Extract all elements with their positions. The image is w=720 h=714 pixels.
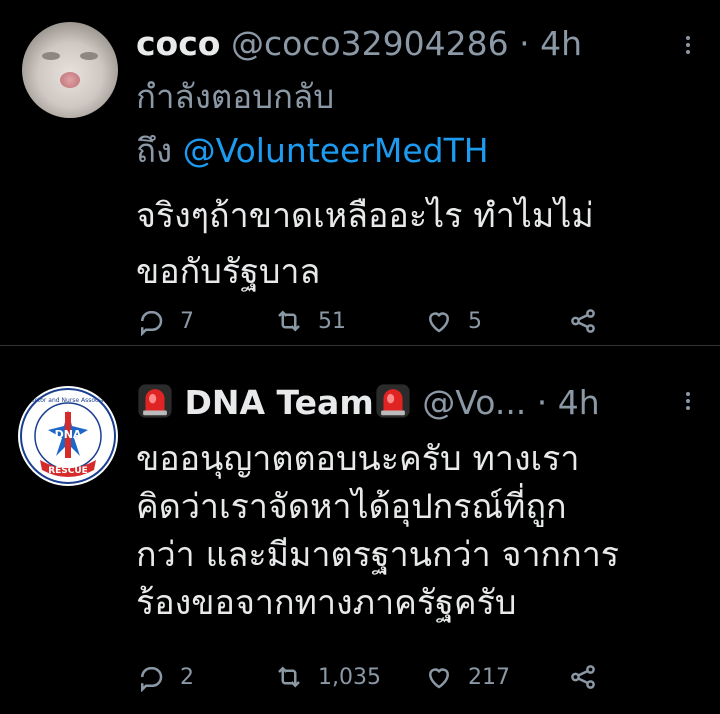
avatar-detail <box>60 72 80 88</box>
action-bar: 7 51 5 <box>136 306 616 336</box>
retweet-button[interactable]: 1,035 <box>274 662 381 692</box>
tweet-text-line: ขออนุญาตตอบนะครับ ทางเรา <box>136 439 580 479</box>
more-icon[interactable] <box>682 34 694 54</box>
police-light-icon <box>138 384 172 418</box>
dna-rescue-logo: DNA Doctor and Nurse Associate RESCUE <box>20 388 116 484</box>
heart-icon <box>428 312 450 333</box>
retweet-count: 1,035 <box>318 664 381 690</box>
tweet-text-line: ร้องขอจากทางภาครัฐครับ <box>136 583 517 623</box>
timestamp[interactable]: 4h <box>558 383 600 422</box>
like-count: 5 <box>468 308 482 334</box>
to-label: ถึง <box>136 131 173 170</box>
reply-to-line: ถึง @VolunteerMedTH <box>136 126 489 176</box>
reply-tweet[interactable]: coco @coco32904286 · 4h กำลังตอบกลับ ถึง… <box>0 0 720 345</box>
share-button[interactable] <box>568 306 612 336</box>
tweet-header: DNA Team @Vo... · 4h <box>136 381 600 425</box>
retweet-icon <box>278 310 300 332</box>
svg-text:RESCUE: RESCUE <box>48 466 88 476</box>
tweet-text-line: จริงๆถ้าขาดเหลืออะไร ทำไมไม่ <box>136 196 594 236</box>
retweet-button[interactable]: 51 <box>274 306 346 336</box>
like-button[interactable]: 5 <box>424 306 482 336</box>
display-name[interactable]: DNA Team <box>185 383 374 422</box>
police-light-icon <box>376 384 410 418</box>
reply-count: 7 <box>180 308 194 334</box>
reply-icon <box>141 667 163 692</box>
svg-text:DNA: DNA <box>55 428 82 441</box>
replying-label: กำลังตอบกลับ <box>136 77 335 116</box>
user-handle[interactable]: @coco32904286 <box>231 24 509 63</box>
separator: · <box>519 24 530 63</box>
tweet-text: จริงๆถ้าขาดเหลืออะไร ทำไมไม่ ขอกับรัฐบาล <box>136 188 696 300</box>
share-icon <box>571 309 595 333</box>
mention-link[interactable]: @VolunteerMedTH <box>183 131 489 170</box>
tweet-header: coco @coco32904286 · 4h <box>136 22 582 66</box>
avatar-detail <box>42 52 60 60</box>
user-handle[interactable]: @Vo... <box>422 383 526 422</box>
timestamp[interactable]: 4h <box>540 24 582 63</box>
reply-icon <box>141 311 163 336</box>
avatar[interactable]: DNA Doctor and Nurse Associate RESCUE <box>18 386 118 486</box>
display-name[interactable]: coco <box>136 24 220 63</box>
tweet-text-line: กว่า และมีมาตรฐานกว่า จากการ <box>136 535 620 575</box>
tweet-text: ขออนุญาตตอบนะครับ ทางเรา คิดว่าเราจัดหาไ… <box>136 435 706 627</box>
share-icon <box>571 665 595 689</box>
retweet-icon <box>278 666 300 688</box>
answer-tweet[interactable]: DNA Doctor and Nurse Associate RESCUE DN… <box>0 345 720 714</box>
share-button[interactable] <box>568 662 612 692</box>
action-bar: 2 1,035 217 <box>136 662 616 692</box>
reply-button[interactable]: 7 <box>136 306 194 336</box>
avatar[interactable] <box>22 22 118 118</box>
svg-text:Doctor and Nurse Associate: Doctor and Nurse Associate <box>26 397 110 404</box>
separator: · <box>536 383 548 422</box>
retweet-count: 51 <box>318 308 346 334</box>
like-button[interactable]: 217 <box>424 662 510 692</box>
heart-icon <box>428 668 450 689</box>
like-count: 217 <box>468 664 510 690</box>
reply-button[interactable]: 2 <box>136 662 194 692</box>
avatar-detail <box>80 52 98 60</box>
more-icon[interactable] <box>682 390 694 410</box>
tweet-text-line: ขอกับรัฐบาล <box>136 252 321 292</box>
tweet-text-line: คิดว่าเราจัดหาได้อุปกรณ์ที่ถูก <box>136 487 567 527</box>
reply-count: 2 <box>180 664 194 690</box>
